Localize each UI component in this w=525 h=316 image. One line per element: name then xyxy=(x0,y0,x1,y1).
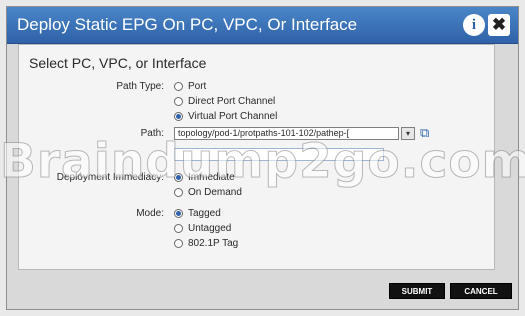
radio-icon xyxy=(174,239,183,248)
path-type-option-direct-port-channel[interactable]: Direct Port Channel xyxy=(174,96,275,107)
immediacy-option-immediate[interactable]: Immediate xyxy=(174,172,235,183)
panel-title: Select PC, VPC, or Interface xyxy=(29,55,207,71)
option-label: Virtual Port Channel xyxy=(188,111,278,122)
mode-option-802-1p-tag[interactable]: 802.1P Tag xyxy=(174,238,238,249)
option-label: Untagged xyxy=(188,223,232,234)
option-label: 802.1P Tag xyxy=(188,238,239,249)
path-type-option-port[interactable]: Port xyxy=(174,81,206,92)
radio-selected-icon xyxy=(174,112,183,121)
option-label: Direct Port Channel xyxy=(188,96,276,107)
path-select[interactable]: topology/pod-1/protpaths-101-102/pathep-… xyxy=(174,127,399,140)
submit-button[interactable]: SUBMIT xyxy=(389,283,445,299)
path-type-option-virtual-port-channel[interactable]: Virtual Port Channel xyxy=(174,111,277,122)
mode-label: Mode: xyxy=(136,208,164,219)
radio-icon xyxy=(174,82,183,91)
mode-option-tagged[interactable]: Tagged xyxy=(174,208,221,219)
radio-icon xyxy=(174,224,183,233)
option-label: Immediate xyxy=(188,172,235,183)
option-label: Tagged xyxy=(188,208,221,219)
radio-icon xyxy=(174,97,183,106)
radio-selected-icon xyxy=(174,173,183,182)
dialog-title: Deploy Static EPG On PC, VPC, Or Interfa… xyxy=(17,15,358,34)
radio-selected-icon xyxy=(174,209,183,218)
option-label: On Demand xyxy=(188,187,242,198)
chevron-down-icon[interactable]: ▾ xyxy=(401,127,415,140)
encap-input[interactable] xyxy=(174,148,384,161)
option-label: Port xyxy=(188,81,207,92)
deployment-immediacy-label: Deployment Immediacy: xyxy=(56,172,164,183)
info-icon[interactable]: i xyxy=(463,14,485,36)
path-label: Path: xyxy=(140,128,164,139)
immediacy-option-on-demand[interactable]: On Demand xyxy=(174,187,242,198)
form-panel: Select PC, VPC, or Interface Path Type: … xyxy=(18,44,495,270)
cancel-button[interactable]: CANCEL xyxy=(450,283,512,299)
path-type-label: Path Type: xyxy=(116,81,164,92)
radio-icon xyxy=(174,188,183,197)
close-icon[interactable]: ✖ xyxy=(488,14,510,36)
dialog-titlebar: Deploy Static EPG On PC, VPC, Or Interfa… xyxy=(7,7,518,44)
external-link-icon[interactable]: ⧉ xyxy=(420,126,436,140)
mode-option-untagged[interactable]: Untagged xyxy=(174,223,231,234)
